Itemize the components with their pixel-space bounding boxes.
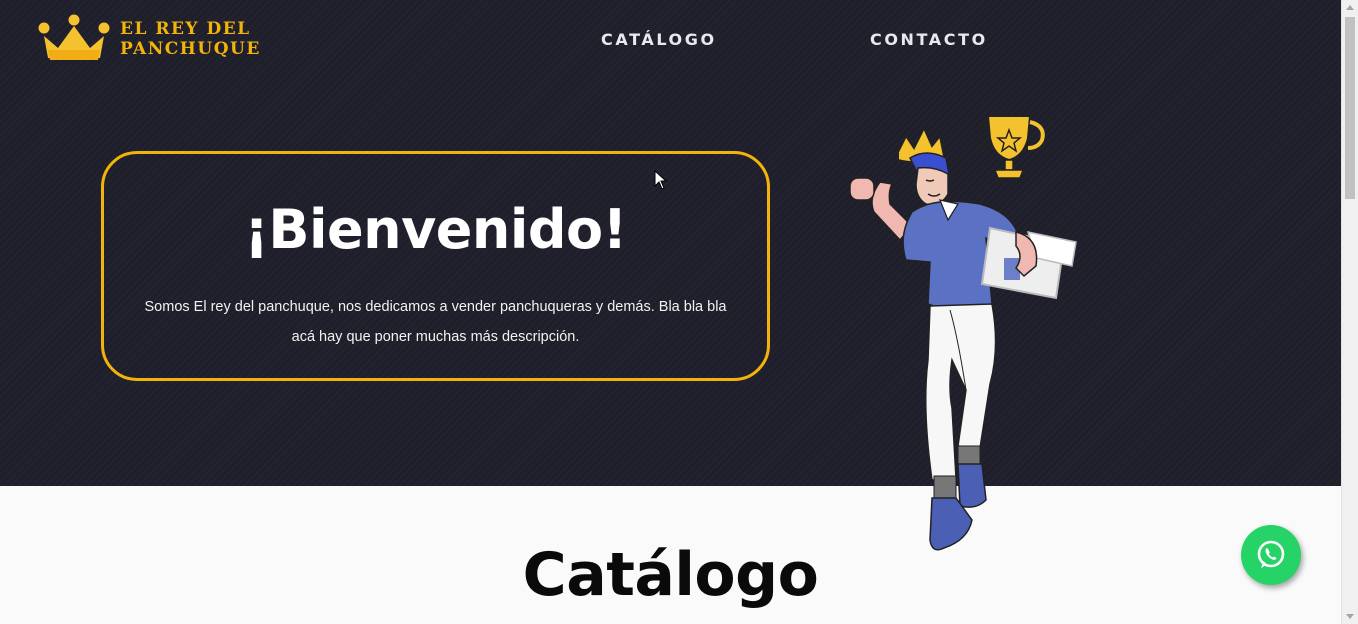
scroll-up-icon[interactable] [1346, 5, 1354, 10]
hero-section: EL REY DEL PANCHUQUE CATÁLOGO CONTACTO ¡… [0, 0, 1341, 486]
whatsapp-button[interactable] [1241, 525, 1301, 585]
brand-name: EL REY DEL PANCHUQUE [120, 19, 270, 59]
brand-line-1: EL REY DEL [120, 19, 251, 39]
scrollbar-thumb[interactable] [1345, 17, 1355, 199]
welcome-description: Somos El rey del panchuque, nos dedicamo… [144, 299, 727, 345]
brand-line-2: PANCHUQUE [120, 39, 261, 59]
trophy-icon [977, 115, 1045, 179]
page: EL REY DEL PANCHUQUE CATÁLOGO CONTACTO ¡… [0, 0, 1358, 624]
nav-link-catalogo[interactable]: CATÁLOGO [601, 30, 717, 49]
catalog-title: Catálogo [522, 540, 819, 610]
vertical-scrollbar[interactable] [1341, 0, 1358, 624]
scroll-down-icon[interactable] [1346, 614, 1354, 619]
brand-logo[interactable]: EL REY DEL PANCHUQUE [38, 14, 270, 64]
mouse-cursor-icon [654, 170, 668, 190]
whatsapp-icon [1257, 540, 1285, 568]
king-jumping-with-trophy-illustration [849, 115, 1077, 551]
welcome-card: ¡Bienvenido! Somos El rey del panchuque,… [101, 151, 770, 381]
crown-icon [38, 14, 110, 60]
welcome-title: ¡Bienvenido! [244, 198, 627, 261]
nav-link-contacto[interactable]: CONTACTO [870, 30, 988, 49]
